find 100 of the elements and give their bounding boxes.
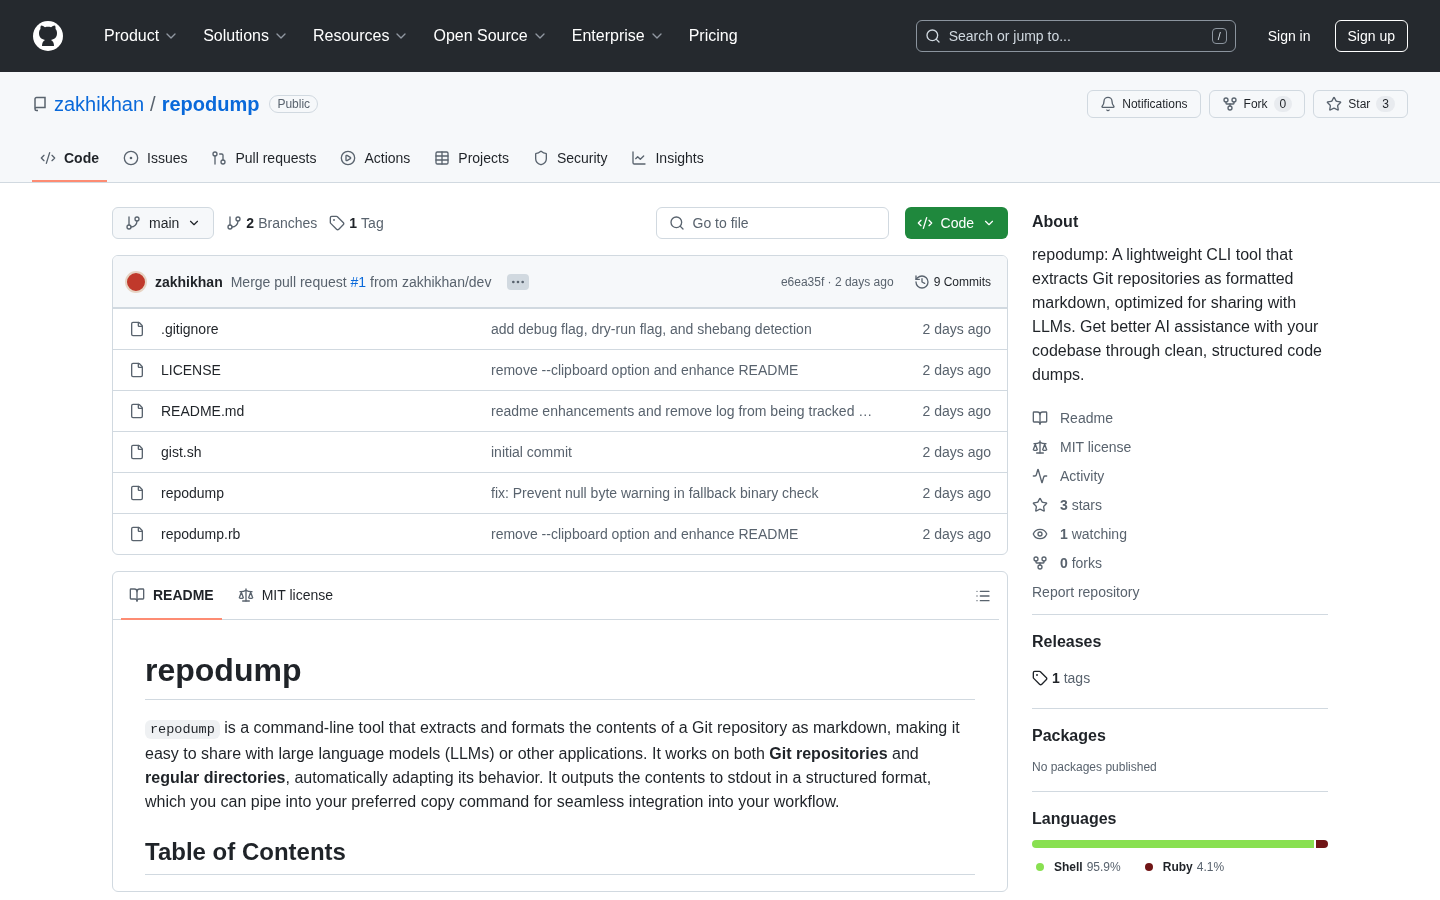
- code-icon: [916, 215, 933, 231]
- file-name[interactable]: .gitignore: [161, 321, 461, 337]
- repo-tab[interactable]: Code: [32, 142, 107, 182]
- language-percent: 4.1%: [1196, 860, 1225, 874]
- commit-time: 2 days ago: [922, 403, 991, 419]
- file-name[interactable]: gist.sh: [161, 444, 461, 460]
- search-field[interactable]: Search or jump to... /: [915, 20, 1236, 52]
- language-name[interactable]: Shell: [1054, 860, 1083, 874]
- book-icon: [129, 586, 145, 603]
- owner-link[interactable]: zakhikhan: [54, 92, 145, 116]
- branches-link[interactable]: 2 Branches: [226, 215, 318, 231]
- nav-link[interactable]: Resources: [304, 27, 418, 45]
- commit-message-link[interactable]: initial commit: [461, 444, 923, 460]
- sign-in-link[interactable]: Sign in: [1259, 22, 1319, 50]
- packages-note: No packages published: [1032, 760, 1157, 774]
- about-link[interactable]: 0 forks: [1032, 548, 1328, 577]
- nav-link[interactable]: Enterprise: [563, 27, 673, 45]
- commit-time: 2 days ago: [922, 444, 991, 460]
- repo-tab[interactable]: Actions: [332, 142, 419, 182]
- about-link[interactable]: Readme: [1032, 403, 1328, 432]
- nav-link[interactable]: Pricing: [680, 27, 746, 45]
- nav-link[interactable]: Open Source: [425, 27, 556, 45]
- repo-tab[interactable]: Security: [524, 142, 616, 182]
- commit-author[interactable]: zakhikhan: [155, 273, 223, 290]
- packages-heading: Packages: [1032, 727, 1107, 745]
- nav-link[interactable]: Product: [96, 27, 188, 45]
- releases-heading: Releases: [1032, 633, 1103, 651]
- notifications-button[interactable]: Notifications: [1087, 90, 1201, 118]
- commit-message-link[interactable]: remove --clipboard option and enhance README: [461, 526, 923, 542]
- file-icon: [129, 362, 145, 378]
- file-icon: [129, 485, 145, 501]
- repo-name-link[interactable]: repodump: [161, 92, 260, 116]
- commit-time: 2 days ago: [922, 321, 991, 337]
- code-button[interactable]: Code: [904, 207, 1008, 239]
- path-separator: /: [150, 92, 156, 116]
- pulse-icon: [1032, 467, 1048, 484]
- about-link[interactable]: 1 watching: [1032, 519, 1328, 548]
- book-icon: [1032, 409, 1048, 426]
- pull-request-icon: [211, 150, 228, 166]
- language-name[interactable]: Ruby: [1162, 860, 1193, 874]
- commit-time: 2 days ago: [922, 526, 991, 542]
- commit-message-link[interactable]: remove --clipboard option and enhance README: [461, 362, 923, 378]
- search-icon: [924, 28, 941, 44]
- bell-icon: [1100, 96, 1117, 112]
- commit-meta: e6ea35f · 2 days ago: [780, 274, 894, 289]
- fork-icon: [1032, 554, 1048, 571]
- star-icon: [1032, 496, 1048, 513]
- nav-link[interactable]: Solutions: [195, 27, 297, 45]
- search-icon: [668, 215, 685, 231]
- shield-icon: [532, 150, 549, 166]
- sign-up-button[interactable]: Sign up: [1334, 20, 1408, 52]
- about-link[interactable]: Activity: [1032, 461, 1328, 490]
- commit-time: 2 days ago: [922, 485, 991, 501]
- repo-tab[interactable]: Insights: [623, 142, 712, 182]
- history-icon: [913, 273, 930, 290]
- language-percent: 95.9%: [1086, 860, 1121, 874]
- logo-icon[interactable]: [32, 20, 64, 52]
- readme-tab[interactable]: MIT license: [229, 572, 341, 620]
- tag-icon: [329, 215, 346, 231]
- tags-link[interactable]: 1 Tag: [329, 215, 384, 231]
- tag-icon: [1032, 669, 1048, 686]
- repo-tab[interactable]: Pull requests: [203, 142, 325, 182]
- file-icon: [129, 321, 145, 337]
- star-icon: [1326, 96, 1343, 112]
- about-link[interactable]: 3 stars: [1032, 490, 1328, 519]
- repo-tab[interactable]: Projects: [426, 142, 517, 182]
- commit-message-link[interactable]: fix: Prevent null byte warning in fallback binary check: [461, 485, 923, 501]
- file-icon: [129, 403, 145, 419]
- play-icon: [340, 150, 357, 166]
- report-link[interactable]: Report repository: [1032, 577, 1328, 606]
- fork-icon: [1221, 96, 1238, 112]
- file-name[interactable]: repodump.rb: [161, 526, 461, 542]
- go-to-file-field[interactable]: Go to file: [655, 207, 889, 239]
- graph-icon: [631, 150, 648, 166]
- fork-button[interactable]: Fork 0: [1208, 90, 1306, 118]
- file-name[interactable]: LICENSE: [161, 362, 461, 378]
- commits-link[interactable]: 9 Commits: [913, 273, 991, 290]
- languages-heading: Languages: [1032, 810, 1118, 828]
- file-name[interactable]: README.md: [161, 403, 461, 419]
- about-heading: About: [1032, 213, 1080, 231]
- repo-tab[interactable]: Issues: [115, 142, 196, 182]
- about-link[interactable]: MIT license: [1032, 432, 1328, 461]
- commit-message-link[interactable]: add debug flag, dry-run flag, and shebang detection: [461, 321, 923, 337]
- readme-tab[interactable]: README: [121, 572, 222, 620]
- avatar-icon: [125, 270, 147, 293]
- ellipsis-icon[interactable]: [507, 273, 530, 290]
- commit-time: 2 days ago: [922, 362, 991, 378]
- pull-request-link[interactable]: #1: [350, 273, 367, 290]
- branch-select[interactable]: main: [112, 207, 215, 239]
- section-heading: Table of Contents: [145, 838, 975, 875]
- commit-message-link[interactable]: readme enhancements and remove log from being tracked …: [461, 403, 923, 419]
- table-icon: [434, 150, 451, 166]
- file-icon: [129, 444, 145, 460]
- commit-message: Merge pull request #1 from zakhikhan/dev: [230, 273, 492, 290]
- file-name[interactable]: repodump: [161, 485, 461, 501]
- branch-icon: [226, 215, 243, 231]
- tags-link[interactable]: 1 tags: [1032, 663, 1328, 692]
- shortcut-key: /: [1211, 28, 1227, 44]
- scale-icon: [1032, 438, 1048, 455]
- star-button[interactable]: Star 3: [1313, 90, 1408, 118]
